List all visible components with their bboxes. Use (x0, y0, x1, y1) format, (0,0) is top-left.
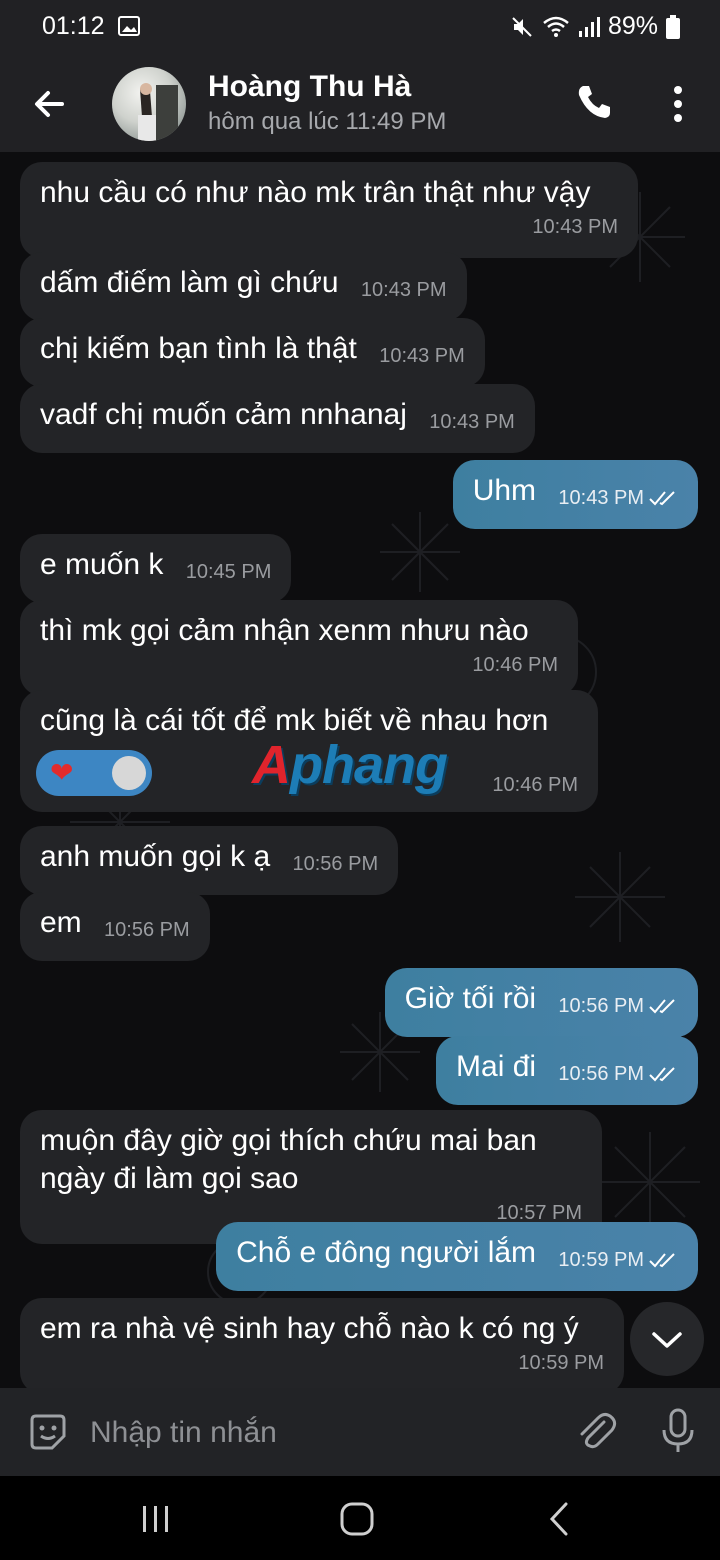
signal-icon (578, 16, 600, 37)
chevron-down-icon (652, 1332, 682, 1348)
message-list[interactable]: nhu cầu có như nào mk trân thật như vậy … (0, 152, 720, 1388)
message-text: chị kiếm bạn tình là thật (40, 332, 357, 365)
image-notification-icon (118, 16, 140, 36)
status-time: 01:12 (42, 12, 105, 40)
reactor-avatar (112, 756, 146, 790)
battery-percent: 89% (607, 12, 658, 40)
message-text: em (40, 906, 82, 939)
watermark-logo: Aphang (252, 735, 448, 795)
reaction-bar[interactable]: ❤ (36, 750, 152, 796)
system-navigation-bar (0, 1476, 720, 1560)
recents-icon[interactable] (138, 1502, 174, 1536)
status-bar: 01:12 89% (0, 0, 720, 56)
message-incoming[interactable]: vadf chị muốn cảm nnhanaj 10:43 PM (20, 384, 535, 453)
message-time: 10:56 PM (558, 1055, 678, 1093)
read-check-icon (649, 999, 675, 1014)
message-incoming[interactable]: cũng là cái tốt để mk biết về nhau hơn ❤… (20, 690, 598, 812)
read-check-icon (649, 1067, 675, 1082)
message-text: nhu cầu có như nào mk trân thật như vậy (40, 176, 591, 209)
message-time: 10:45 PM (185, 561, 272, 583)
message-input[interactable] (88, 1406, 552, 1460)
message-incoming[interactable]: thì mk gọi cảm nhận xenm nhưu nào 10:46 … (20, 600, 578, 696)
status-indicators: 89% (510, 12, 680, 41)
system-back-icon[interactable] (544, 1500, 574, 1538)
back-arrow-icon[interactable] (28, 82, 72, 126)
heart-icon: ❤ (50, 757, 74, 788)
message-time: 10:56 PM (558, 987, 678, 1025)
chat-header: Hoàng Thu Hà hôm qua lúc 11:49 PM (0, 56, 720, 152)
message-outgoing[interactable]: Uhm 10:43 PM (452, 460, 698, 529)
message-time: 10:59 PM (518, 1352, 604, 1374)
scroll-to-bottom-button[interactable] (630, 1302, 704, 1376)
message-text: vadf chị muốn cảm nnhanaj (40, 398, 407, 431)
message-time: 10:43 PM (558, 479, 678, 517)
message-incoming[interactable]: em 10:56 PM (20, 892, 210, 961)
attach-icon[interactable] (574, 1408, 618, 1454)
message-text: em ra nhà vệ sinh hay chỗ nào k có ng ý (40, 1312, 579, 1345)
message-time: 10:46 PM (472, 654, 558, 676)
message-incoming[interactable]: dấm điếm làm gì chứu 10:43 PM (20, 252, 467, 321)
message-outgoing[interactable]: Chỗ e đông người lắm 10:59 PM (216, 1222, 698, 1291)
last-seen-status: hôm qua lúc 11:49 PM (208, 108, 447, 135)
message-text: muộn đây giờ gọi thích chứu mai ban ngày… (40, 1124, 537, 1195)
message-outgoing[interactable]: Mai đi 10:56 PM (436, 1036, 698, 1105)
contact-avatar[interactable] (112, 67, 186, 141)
sticker-icon[interactable] (26, 1410, 70, 1454)
message-incoming[interactable]: chị kiếm bạn tình là thật 10:43 PM (20, 318, 485, 387)
mic-icon[interactable] (656, 1406, 700, 1454)
contact-name[interactable]: Hoàng Thu Hà (208, 70, 411, 104)
message-text: Chỗ e đông người lắm (236, 1236, 537, 1269)
message-text: Mai đi (456, 1050, 537, 1083)
message-text: anh muốn gọi k ạ (40, 840, 271, 873)
message-time: 10:43 PM (360, 279, 447, 301)
message-incoming[interactable]: anh muốn gọi k ạ 10:56 PM (20, 826, 399, 895)
message-outgoing[interactable]: Giờ tối rồi 10:56 PM (384, 968, 698, 1037)
more-vert-icon[interactable] (660, 82, 696, 126)
message-incoming[interactable]: nhu cầu có như nào mk trân thật như vậy … (20, 162, 638, 258)
home-icon[interactable] (338, 1500, 376, 1538)
message-time: 10:43 PM (429, 411, 515, 433)
read-check-icon (649, 1253, 675, 1268)
message-incoming[interactable]: e muốn k 10:45 PM (20, 534, 292, 603)
message-time: 10:43 PM (532, 216, 618, 238)
message-incoming[interactable]: em ra nhà vệ sinh hay chỗ nào k có ng ý … (20, 1298, 624, 1388)
message-time: 10:56 PM (292, 853, 379, 875)
composer (0, 1388, 720, 1476)
message-text: Giờ tối rồi (404, 982, 537, 1015)
message-text: dấm điếm làm gì chứu (40, 266, 339, 299)
message-time: 10:43 PM (379, 345, 465, 367)
message-time: 10:46 PM (492, 774, 578, 796)
message-time: 10:59 PM (558, 1241, 678, 1279)
wifi-icon (543, 16, 569, 37)
message-text: thì mk gọi cảm nhận xenm nhưu nào (40, 614, 529, 647)
message-text: Uhm (472, 474, 537, 507)
read-check-icon (649, 491, 675, 506)
mute-icon (512, 16, 532, 37)
message-text: e muốn k (40, 548, 164, 581)
battery-icon (666, 14, 680, 39)
phone-icon[interactable] (574, 82, 614, 122)
message-time: 10:56 PM (104, 919, 190, 941)
